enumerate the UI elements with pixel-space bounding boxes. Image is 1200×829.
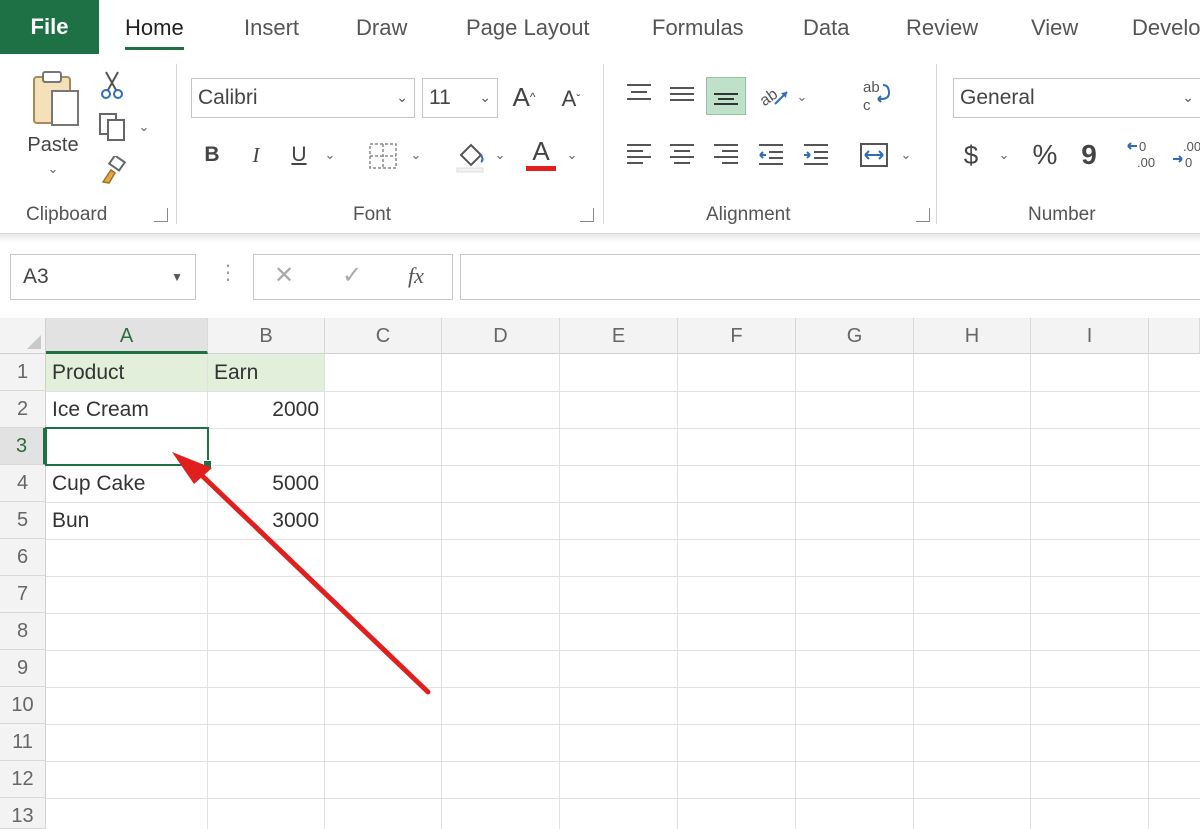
- font-color-icon[interactable]: A: [526, 136, 556, 166]
- tab-file[interactable]: File: [0, 0, 99, 54]
- font-size-value: 11: [429, 86, 451, 109]
- align-bottom-icon[interactable]: [706, 77, 746, 115]
- orientation-icon[interactable]: ab: [756, 78, 792, 112]
- font-size-select[interactable]: 11 ⌄: [422, 78, 498, 118]
- tab-developer[interactable]: Develo: [1132, 0, 1200, 56]
- font-launcher-icon[interactable]: [580, 208, 594, 222]
- merge-center-icon[interactable]: [858, 140, 890, 170]
- number-group-label: Number: [1028, 204, 1096, 225]
- comma-style-button[interactable]: 9: [1076, 138, 1102, 172]
- align-right-icon[interactable]: [711, 140, 741, 170]
- align-center-icon[interactable]: [667, 140, 697, 170]
- paste-icon[interactable]: [24, 68, 88, 132]
- alignment-launcher-icon[interactable]: [916, 208, 930, 222]
- increase-font-icon[interactable]: A ^: [508, 80, 540, 114]
- increase-decimal-icon[interactable]: 0.00: [1124, 136, 1164, 172]
- merge-dropdown-icon[interactable]: ⌄: [898, 146, 914, 164]
- copy-icon[interactable]: [96, 111, 132, 143]
- formula-input[interactable]: [460, 254, 1200, 300]
- align-left-icon[interactable]: [624, 140, 654, 170]
- font-color-bar: [526, 166, 556, 171]
- worksheet-grid: A B C D E F G H I 1 2 3 4 5 6 7 8 9 10 1…: [0, 318, 1200, 829]
- borders-icon[interactable]: [366, 140, 400, 172]
- svg-text:ab: ab: [863, 79, 880, 96]
- orientation-dropdown-icon[interactable]: ⌄: [794, 88, 810, 106]
- fill-color-dropdown-icon[interactable]: ⌄: [492, 146, 508, 164]
- clipboard-launcher-icon[interactable]: [154, 208, 168, 222]
- increase-indent-icon[interactable]: [801, 140, 831, 170]
- currency-button[interactable]: $: [958, 138, 984, 172]
- fill-color-icon[interactable]: [452, 138, 488, 174]
- paste-button[interactable]: Paste: [18, 132, 88, 158]
- underline-button[interactable]: U: [287, 140, 311, 170]
- borders-dropdown-icon[interactable]: ⌄: [408, 146, 424, 164]
- currency-dropdown-icon[interactable]: ⌄: [996, 146, 1012, 164]
- copy-dropdown-icon[interactable]: ⌄: [136, 118, 152, 136]
- decrease-decimal-icon[interactable]: .00 0: [1170, 136, 1200, 172]
- align-middle-icon[interactable]: [667, 80, 697, 108]
- svg-text:0: 0: [1185, 155, 1192, 170]
- cancel-icon[interactable]: ✕: [274, 261, 294, 290]
- tab-home[interactable]: Home: [125, 0, 184, 56]
- svg-text:0: 0: [1139, 139, 1146, 154]
- decrease-indent-icon[interactable]: [756, 140, 786, 170]
- name-box-value: A3: [23, 265, 49, 288]
- ribbon-separator: [176, 64, 177, 224]
- insert-function-icon[interactable]: fx: [408, 263, 424, 289]
- format-painter-icon[interactable]: [98, 154, 128, 186]
- align-top-icon[interactable]: [624, 80, 654, 108]
- ribbon: Paste ⌄ ⌄ Clipboard Calibri ⌄ 11 ⌄ A ^ Aˇ…: [0, 56, 1200, 234]
- tab-draw[interactable]: Draw: [356, 0, 407, 56]
- font-color-dropdown-icon[interactable]: ⌄: [564, 146, 580, 164]
- ribbon-divider: [0, 234, 1200, 242]
- tab-formulas[interactable]: Formulas: [652, 0, 744, 56]
- svg-text:.00: .00: [1183, 139, 1200, 154]
- chevron-down-icon: ⌄: [479, 89, 491, 105]
- formula-bar-grip-icon[interactable]: ⋮: [218, 260, 238, 285]
- annotation-arrow-icon: [172, 452, 431, 695]
- number-format-select[interactable]: General ⌄: [953, 78, 1200, 118]
- font-name-select[interactable]: Calibri ⌄: [191, 78, 415, 118]
- decrease-font-icon[interactable]: Aˇ: [555, 82, 587, 116]
- tab-insert[interactable]: Insert: [244, 0, 299, 56]
- cut-icon[interactable]: [98, 68, 126, 102]
- alignment-group-label: Alignment: [706, 204, 791, 225]
- underline-dropdown-icon[interactable]: ⌄: [322, 146, 338, 164]
- font-name-value: Calibri: [198, 86, 258, 109]
- svg-text:c: c: [863, 97, 871, 114]
- tab-review[interactable]: Review: [906, 0, 978, 56]
- number-format-value: General: [960, 86, 1035, 109]
- svg-text:.00: .00: [1137, 155, 1155, 170]
- italic-button[interactable]: I: [244, 140, 268, 170]
- bold-button[interactable]: B: [200, 140, 224, 170]
- clipboard-group-label: Clipboard: [26, 204, 108, 225]
- tab-data[interactable]: Data: [803, 0, 849, 56]
- formula-buttons: ✕ ✓ fx: [253, 254, 453, 300]
- enter-icon[interactable]: ✓: [342, 261, 362, 290]
- formula-bar: A3 ▼ ⋮ ✕ ✓ fx: [0, 242, 1200, 318]
- ribbon-separator: [936, 64, 937, 224]
- name-box[interactable]: A3 ▼: [10, 254, 196, 300]
- chevron-down-icon: ⌄: [1182, 89, 1194, 105]
- font-group-label: Font: [353, 204, 392, 225]
- ribbon-tab-bar: File Home Insert Draw Page Layout Formul…: [0, 0, 1200, 56]
- tab-page-layout[interactable]: Page Layout: [466, 0, 590, 56]
- wrap-text-icon[interactable]: ab c: [858, 76, 892, 116]
- chevron-down-icon: ⌄: [396, 89, 408, 105]
- paste-dropdown-icon[interactable]: ⌄: [44, 160, 62, 178]
- tab-view[interactable]: View: [1031, 0, 1078, 56]
- svg-text:ab: ab: [757, 86, 781, 110]
- ribbon-separator: [603, 64, 604, 224]
- chevron-down-icon: ▼: [171, 270, 183, 284]
- percent-button[interactable]: %: [1028, 138, 1062, 172]
